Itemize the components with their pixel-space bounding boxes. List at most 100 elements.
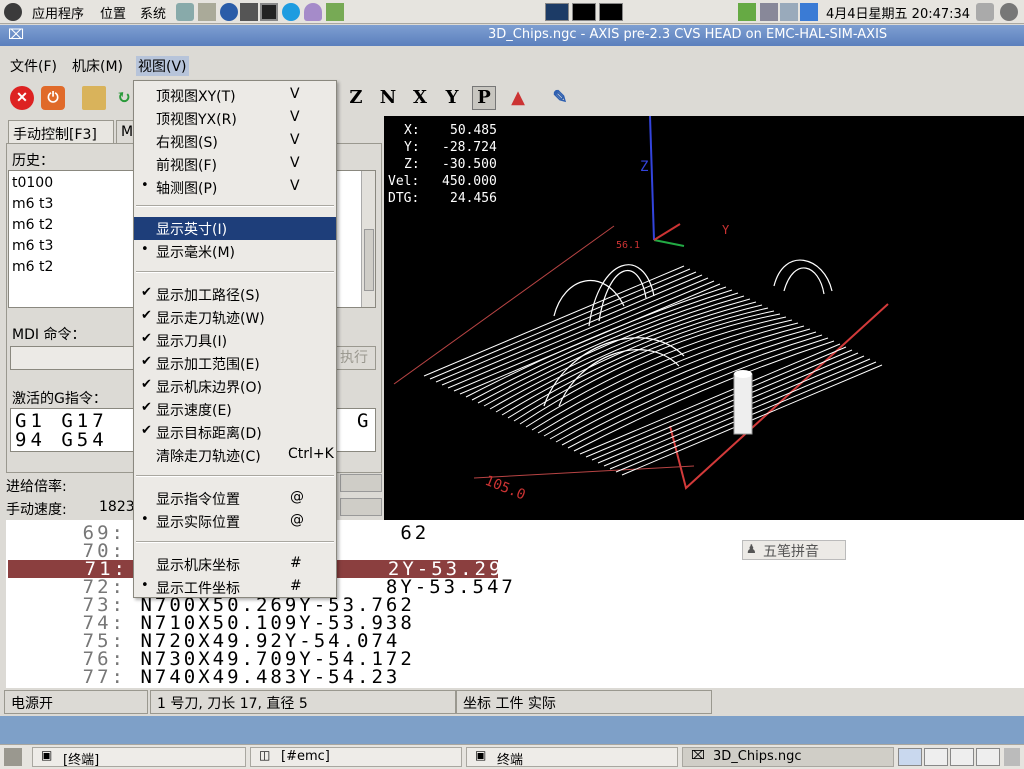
window-menu-icon[interactable]: ⌧ bbox=[8, 27, 24, 43]
trash-icon[interactable] bbox=[1004, 748, 1020, 766]
code-line[interactable]: 77: N740X49.483Y-54.23 bbox=[6, 668, 496, 687]
z-axis-line bbox=[649, 116, 655, 241]
ime-status[interactable]: ♟ 五笔拼音 bbox=[742, 540, 846, 560]
book-icon[interactable] bbox=[326, 3, 344, 21]
gnome-foot-icon[interactable] bbox=[4, 3, 22, 21]
jog-speed-value: 1823 bbox=[99, 499, 135, 515]
view-menu-item-relative-coords[interactable]: • 显示工件坐标 # bbox=[134, 576, 336, 599]
x-axis-line bbox=[653, 239, 685, 247]
terminal-icon[interactable] bbox=[260, 3, 278, 21]
task-terminal-1[interactable]: ▣ [终端] bbox=[32, 747, 246, 768]
estop-icon[interactable]: ✕ bbox=[10, 86, 34, 110]
view-x-button[interactable]: X bbox=[408, 86, 432, 110]
input-method-icon[interactable] bbox=[800, 3, 818, 21]
view-menu-item-show-velocity[interactable]: ✔ 显示速度(E) bbox=[134, 398, 336, 421]
view-menu-item-machine-coords[interactable]: 显示机床坐标 # bbox=[134, 553, 336, 576]
history-item[interactable]: m6 t2 bbox=[12, 217, 53, 233]
view-menu-item-show-live-plot[interactable]: ✔ 显示走刀轨迹(W) bbox=[134, 306, 336, 329]
tool-cylinder bbox=[733, 373, 753, 435]
view-z-button[interactable]: Z bbox=[344, 86, 368, 110]
menu-file[interactable]: 文件(F) bbox=[10, 56, 57, 76]
skype-icon[interactable] bbox=[282, 3, 300, 21]
power-toggle-icon[interactable]: ⏻ bbox=[41, 86, 65, 110]
view-menu-item-show-tool[interactable]: ✔ 显示刀具(I) bbox=[134, 329, 336, 352]
view-menu-item-top-xy[interactable]: 顶视图XY(T) V bbox=[134, 84, 336, 107]
workspace-3[interactable] bbox=[599, 3, 623, 21]
pager-workspace-2[interactable] bbox=[924, 748, 948, 766]
applications-menu[interactable]: 应用程序 bbox=[32, 3, 84, 22]
camera-icon[interactable] bbox=[240, 3, 258, 21]
network-icon[interactable] bbox=[780, 3, 798, 21]
pager-workspace-1[interactable] bbox=[898, 748, 922, 766]
view-menu-item-show-extents[interactable]: ✔ 显示加工范围(E) bbox=[134, 352, 336, 375]
rotate-view-icon[interactable]: ▲ bbox=[506, 86, 530, 110]
open-file-icon[interactable] bbox=[82, 86, 106, 110]
window-titlebar[interactable]: ⌧ 3D_Chips.ngc - AXIS pre-2.3 CVS HEAD o… bbox=[0, 25, 1024, 46]
pidgin-icon[interactable] bbox=[304, 3, 322, 21]
power-icon[interactable] bbox=[1000, 3, 1018, 21]
feed-override-slider[interactable] bbox=[340, 474, 382, 492]
workspace-1[interactable] bbox=[545, 3, 569, 21]
view-menu-item-actual-pos[interactable]: • 显示实际位置 @ bbox=[134, 510, 336, 533]
menu-separator bbox=[136, 271, 334, 273]
status-tool: 1 号刀, 刀长 17, 直径 5 bbox=[150, 690, 456, 714]
update-icon[interactable] bbox=[738, 3, 756, 21]
view-menu-dropdown: 顶视图XY(T) V 顶视图YX(R) V 右视图(S) V 前视图(F) V • 轴测图… bbox=[133, 80, 337, 598]
task-terminal-2[interactable]: ▣ 终端 bbox=[466, 747, 678, 768]
chat-icon: ◫ bbox=[259, 748, 271, 762]
menu-view[interactable]: 视图(V) bbox=[136, 56, 189, 76]
history-item[interactable]: m6 t3 bbox=[12, 196, 53, 212]
view-p-button[interactable]: P bbox=[472, 86, 496, 110]
taskbar: ▣ [终端] ◫ [#emc] ▣ 终端 ⌧ 3D_Chips.ngc bbox=[0, 744, 1024, 769]
history-scrollbar[interactable] bbox=[361, 171, 375, 307]
volume-icon[interactable] bbox=[976, 3, 994, 21]
view-menu-item-clear-plot[interactable]: 清除走刀轨迹(C) Ctrl+K bbox=[134, 444, 336, 467]
editor-icon[interactable] bbox=[198, 3, 216, 21]
toolpath-plot: Z Y 56.1 105.0 bbox=[393, 116, 889, 504]
view-menu-item-show-mm[interactable]: • 显示毫米(M) bbox=[134, 240, 336, 263]
preview-canvas[interactable]: X: 50.485 Y: -28.724 Z: -30.500 Vel: 450… bbox=[384, 116, 1024, 520]
jog-speed-label: 手动速度: bbox=[6, 502, 67, 518]
view-menu-item-show-dtg[interactable]: ✔ 显示目标距离(D) bbox=[134, 421, 336, 444]
browser-icon[interactable] bbox=[220, 3, 238, 21]
system-menu[interactable]: 系统 bbox=[140, 3, 166, 22]
feed-override-label: 进给倍率: bbox=[6, 479, 67, 495]
view-menu-item-show-program[interactable]: ✔ 显示加工路径(S) bbox=[134, 283, 336, 306]
extents-lines bbox=[393, 225, 695, 479]
view-menu-item-perspective[interactable]: • 轴测图(P) V bbox=[134, 176, 336, 199]
task-axis[interactable]: ⌧ 3D_Chips.ngc bbox=[682, 747, 894, 767]
execute-button[interactable]: 执行 bbox=[332, 346, 376, 370]
view-menu-item-show-limits[interactable]: ✔ 显示机床边界(O) bbox=[134, 375, 336, 398]
history-item[interactable]: m6 t3 bbox=[12, 238, 53, 254]
axis-icon: ⌧ bbox=[691, 748, 705, 762]
toolpath-line bbox=[597, 352, 859, 464]
tab-manual[interactable]: 手动控制[F3] bbox=[8, 120, 114, 144]
clock[interactable]: 4月4日星期五 20:47:34 bbox=[826, 3, 970, 22]
view-menu-item-front[interactable]: 前视图(F) V bbox=[134, 153, 336, 176]
history-item[interactable]: t0100 bbox=[12, 175, 53, 191]
view-y-button[interactable]: Y bbox=[440, 86, 464, 110]
terminal-icon: ▣ bbox=[41, 748, 53, 762]
workspace-2[interactable] bbox=[572, 3, 596, 21]
show-desktop-icon[interactable] bbox=[4, 748, 22, 766]
battery-icon[interactable] bbox=[760, 3, 778, 21]
view-menu-item-commanded-pos[interactable]: 显示指令位置 @ bbox=[134, 487, 336, 510]
view-menu-item-top-yx[interactable]: 顶视图YX(R) V bbox=[134, 107, 336, 130]
launcher-icon[interactable] bbox=[176, 3, 194, 21]
pager-workspace-4[interactable] bbox=[976, 748, 1000, 766]
terminal-icon: ▣ bbox=[475, 748, 487, 762]
history-item[interactable]: m6 t2 bbox=[12, 259, 53, 275]
view-menu-item-show-inch[interactable]: 显示英寸(I) bbox=[134, 217, 336, 240]
places-menu[interactable]: 位置 bbox=[100, 3, 126, 22]
top-panel: 应用程序 位置 系统 4月4日星期五 20:47:34 bbox=[0, 0, 1024, 24]
jog-speed-slider[interactable] bbox=[340, 498, 382, 516]
view-menu-item-side[interactable]: 右视图(S) V bbox=[134, 130, 336, 153]
toolpath-line bbox=[435, 271, 697, 383]
clear-plot-icon[interactable]: ✎ bbox=[548, 86, 572, 110]
pager-workspace-3[interactable] bbox=[950, 748, 974, 766]
view-z-rot-button[interactable]: N bbox=[376, 86, 400, 110]
task-irc[interactable]: ◫ [#emc] bbox=[250, 747, 462, 767]
menu-machine[interactable]: 机床(M) bbox=[72, 56, 123, 76]
scroll-thumb[interactable] bbox=[364, 229, 374, 291]
status-coords: 坐标 工件 实际 bbox=[456, 690, 712, 714]
